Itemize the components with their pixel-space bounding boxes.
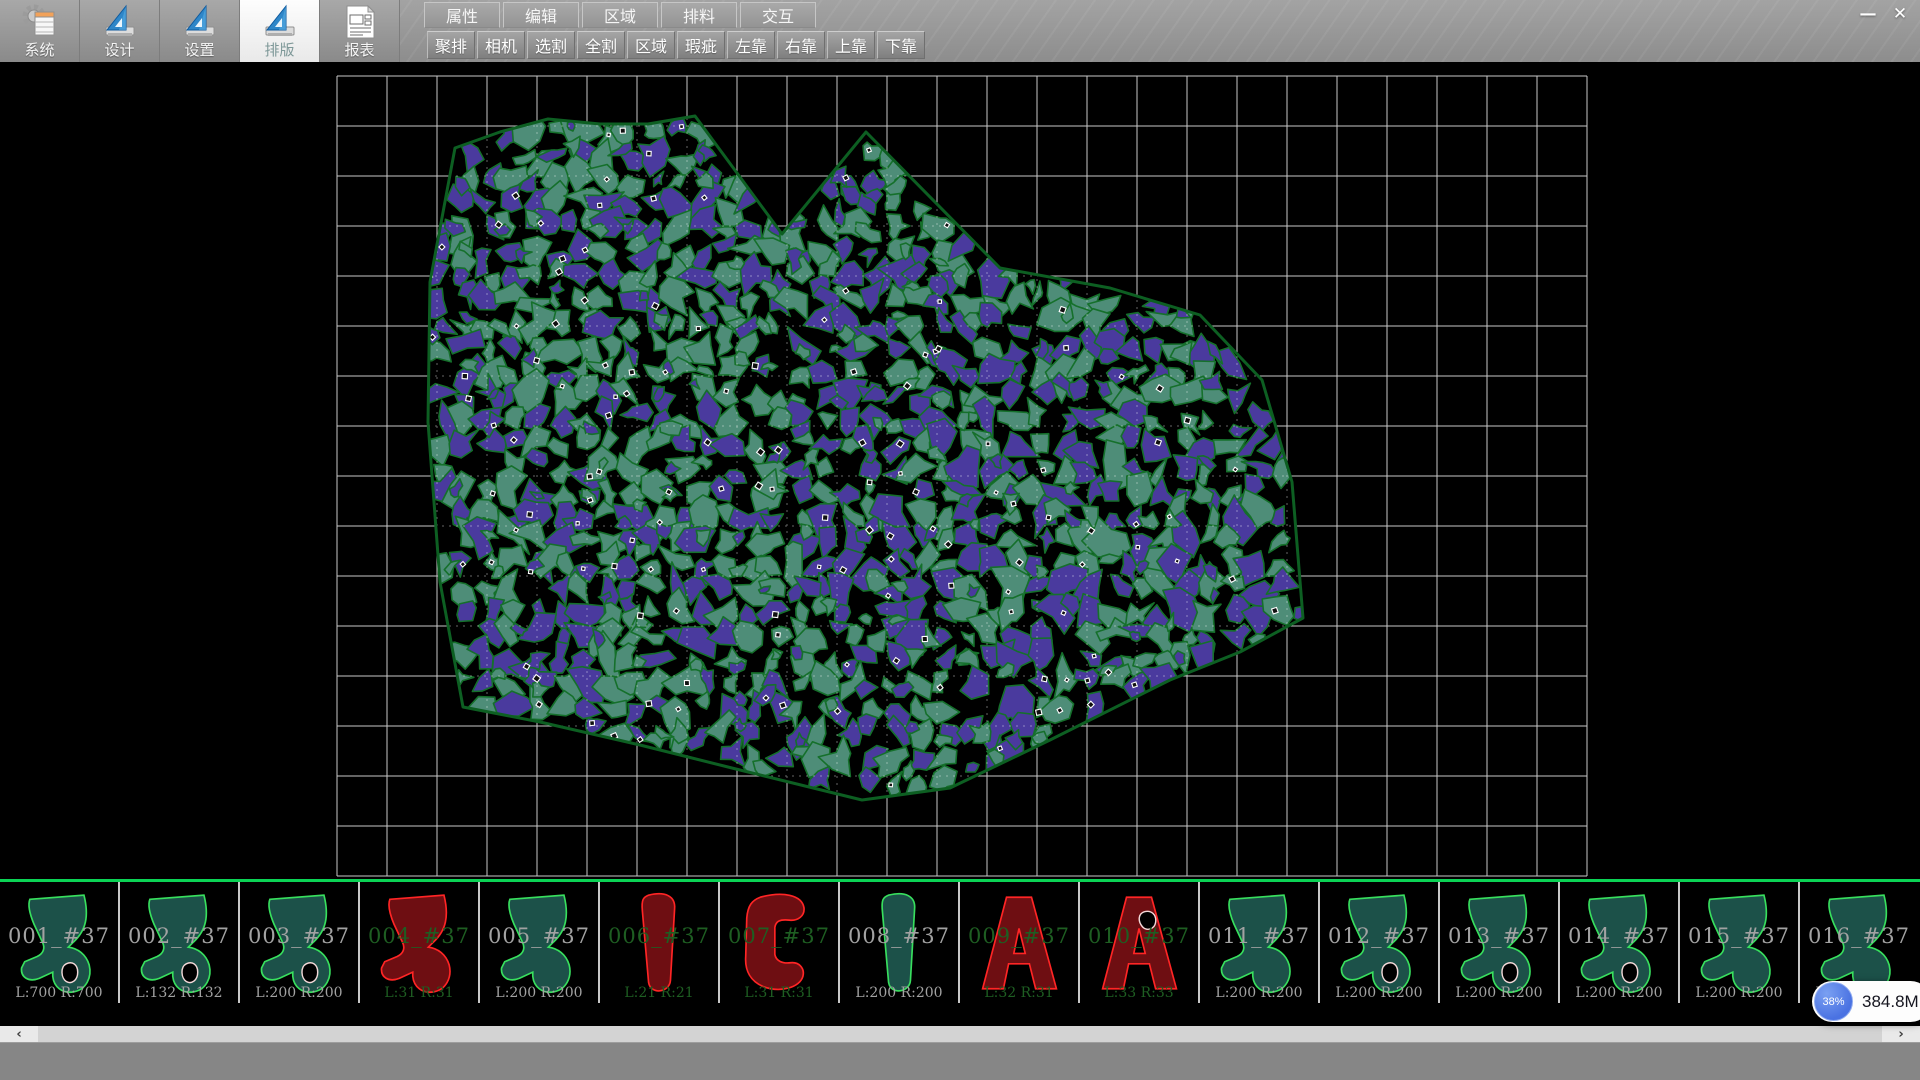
piece-lr-caption: L:200 R:200 (1200, 985, 1318, 1001)
tool-button-row: 聚排相机选割全割区域瑕疵左靠右靠上靠下靠 (427, 31, 927, 59)
piece-id: 013_#37 (1440, 924, 1558, 948)
module-button-label: 设计 (104, 42, 134, 60)
menu-tab-2[interactable]: 编辑 (503, 2, 579, 28)
piece-thumbnail-7[interactable]: 007_#37 L:31 R:31 (720, 882, 840, 1003)
menu-tab-row: 属性编辑区域排料交互 (424, 2, 819, 28)
piece-thumbnail-13[interactable]: 013_#37 L:200 R:200 (1440, 882, 1560, 1003)
module-button-4[interactable]: 排版 (240, 0, 320, 62)
piece-lr-caption: L:31 R:31 (720, 985, 838, 1001)
piece-lr-caption: L:33 R:33 (1080, 985, 1198, 1001)
piece-lr-caption: L:31 R:31 (360, 985, 478, 1001)
tool-button-10[interactable]: 下靠 (877, 31, 925, 59)
scroll-right-button[interactable]: › (1882, 1026, 1920, 1042)
status-bar (0, 1042, 1920, 1080)
module-button-3[interactable]: 设置 (160, 0, 240, 62)
triangle-ruler-icon (261, 3, 299, 41)
nesting-canvas[interactable] (0, 62, 1920, 879)
piece-lr-caption: L:21 R:21 (600, 985, 718, 1001)
piece-thumbnail-5[interactable]: 005_#37 L:200 R:200 (480, 882, 600, 1003)
minimize-button[interactable]: — (1852, 2, 1884, 26)
piece-thumbnail-11[interactable]: 011_#37 L:200 R:200 (1200, 882, 1320, 1003)
piece-thumbnail-12[interactable]: 012_#37 L:200 R:200 (1320, 882, 1440, 1003)
tool-button-6[interactable]: 瑕疵 (677, 31, 725, 59)
piece-id: 003_#37 (240, 924, 358, 948)
scroll-left-button[interactable]: ‹ (0, 1026, 38, 1042)
piece-id: 016_#37 (1800, 924, 1918, 948)
piece-id: 011_#37 (1200, 924, 1318, 948)
piece-thumbnail-4[interactable]: 004_#37 L:31 R:31 (360, 882, 480, 1003)
tool-button-8[interactable]: 右靠 (777, 31, 825, 59)
piece-id: 009_#37 (960, 924, 1078, 948)
system-gear-icon (21, 3, 59, 41)
piece-id: 015_#37 (1680, 924, 1798, 948)
piece-lr-caption: L:132 R:132 (120, 985, 238, 1001)
piece-thumbnail-2[interactable]: 002_#37 L:132 R:132 (120, 882, 240, 1003)
piece-lr-caption: L:32 R:31 (960, 985, 1078, 1001)
memory-value: 384.8M (1862, 992, 1919, 1012)
tool-button-9[interactable]: 上靠 (827, 31, 875, 59)
piece-thumbnail-15[interactable]: 015_#37 L:200 R:200 (1680, 882, 1800, 1003)
module-button-label: 设置 (184, 42, 214, 60)
piece-lr-caption: L:200 R:200 (480, 985, 598, 1001)
module-button-1[interactable]: 系统 (0, 0, 80, 62)
piece-lr-caption: L:200 R:200 (1320, 985, 1438, 1001)
piece-id: 001_#37 (0, 924, 118, 948)
piece-lr-caption: L:200 R:200 (1560, 985, 1678, 1001)
piece-id: 005_#37 (480, 924, 598, 948)
triangle-ruler-icon (101, 3, 139, 41)
ribbon-toolbar: 系统设计设置排版报表 属性编辑区域排料交互 聚排相机选割全割区域瑕疵左靠右靠上靠… (0, 0, 1920, 62)
filmstrip-scrollbar[interactable]: ‹ › (0, 1026, 1920, 1042)
tool-button-1[interactable]: 聚排 (427, 31, 475, 59)
module-button-label: 系统 (24, 42, 54, 60)
piece-id: 002_#37 (120, 924, 238, 948)
module-button-2[interactable]: 设计 (80, 0, 160, 62)
module-button-label: 报表 (344, 42, 374, 60)
menu-tab-4[interactable]: 排料 (661, 2, 737, 28)
piece-id: 007_#37 (720, 924, 838, 948)
piece-thumbnail-6[interactable]: 006_#37 L:21 R:21 (600, 882, 720, 1003)
piece-id: 012_#37 (1320, 924, 1438, 948)
piece-id: 014_#37 (1560, 924, 1678, 948)
nesting-layout-drawing (0, 62, 1920, 879)
piece-lr-caption: L:200 R:200 (840, 985, 958, 1001)
module-button-5[interactable]: 报表 (320, 0, 400, 62)
report-document-icon (341, 3, 379, 41)
menu-tab-1[interactable]: 属性 (424, 2, 500, 28)
scrollbar-track[interactable] (38, 1026, 1882, 1042)
piece-thumbnail-10[interactable]: 010_#37 L:33 R:33 (1080, 882, 1200, 1003)
piece-filmstrip: 001_#37L:700 R:700002_#37L:132 R:132003_… (0, 882, 1920, 1003)
tool-button-4[interactable]: 全割 (577, 31, 625, 59)
piece-lr-caption: L:700 R:700 (0, 985, 118, 1001)
tool-button-3[interactable]: 选割 (527, 31, 575, 59)
close-button[interactable]: ✕ (1884, 2, 1916, 26)
menu-tab-3[interactable]: 区域 (582, 2, 658, 28)
window-controls: — ✕ (1852, 2, 1916, 26)
tool-button-2[interactable]: 相机 (477, 31, 525, 59)
module-buttons: 系统 设计 设置 排版 报表 (0, 0, 400, 62)
piece-id: 006_#37 (600, 924, 718, 948)
piece-thumbnail-9[interactable]: 009_#37 L:32 R:31 (960, 882, 1080, 1003)
piece-lr-caption: L:200 R:200 (240, 985, 358, 1001)
piece-thumbnail-3[interactable]: 003_#37 L:200 R:200 (240, 882, 360, 1003)
piece-thumbnail-14[interactable]: 014_#37 L:200 R:200 (1560, 882, 1680, 1003)
tool-button-5[interactable]: 区域 (627, 31, 675, 59)
module-button-label: 排版 (264, 42, 294, 60)
piece-lr-caption: L:200 R:200 (1680, 985, 1798, 1001)
piece-id: 008_#37 (840, 924, 958, 948)
progress-circle: 38% (1814, 982, 1853, 1021)
tool-button-7[interactable]: 左靠 (727, 31, 775, 59)
memory-usage-badge: 38% 384.8M (1812, 981, 1920, 1022)
piece-id: 010_#37 (1080, 924, 1198, 948)
triangle-ruler-icon (181, 3, 219, 41)
piece-lr-caption: L:200 R:200 (1440, 985, 1558, 1001)
piece-thumbnail-8[interactable]: 008_#37 L:200 R:200 (840, 882, 960, 1003)
piece-thumbnail-1[interactable]: 001_#37 L:700 R:700 (0, 882, 120, 1003)
menu-tab-5[interactable]: 交互 (740, 2, 816, 28)
piece-id: 004_#37 (360, 924, 478, 948)
